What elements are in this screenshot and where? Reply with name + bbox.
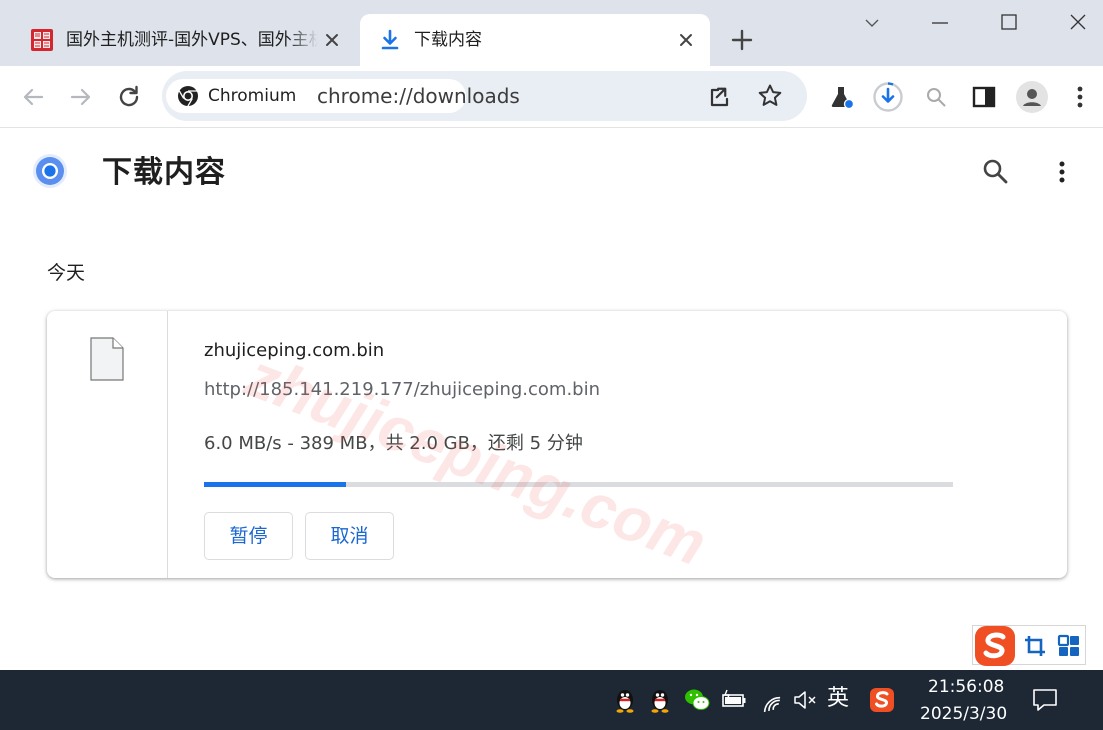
sogou-logo-icon[interactable] <box>973 624 1017 668</box>
battery-charging-icon[interactable] <box>720 686 748 714</box>
ime-language-indicator[interactable]: 英 <box>827 684 849 714</box>
side-panel-icon[interactable] <box>968 81 1000 113</box>
download-status-text: 6.0 MB/s - 389 MB，共 2.0 GB，还剩 5 分钟 <box>204 433 583 454</box>
crop-icon[interactable] <box>1023 634 1047 658</box>
zoom-search-icon[interactable] <box>920 81 952 113</box>
maximize-icon[interactable] <box>994 10 1024 36</box>
download-progress-bar <box>204 482 953 487</box>
chevron-down-icon[interactable] <box>857 10 887 36</box>
profile-avatar-icon[interactable] <box>1016 81 1048 113</box>
forward-arrow-icon[interactable] <box>65 81 97 113</box>
card-divider <box>167 311 168 578</box>
close-icon[interactable] <box>320 28 344 52</box>
minimize-icon[interactable] <box>925 10 955 36</box>
browser-toolbar: Chromium chrome://downloads <box>0 66 1103 128</box>
search-icon[interactable] <box>980 156 1010 186</box>
volume-muted-icon[interactable] <box>791 686 819 714</box>
labs-flask-icon[interactable] <box>825 81 857 113</box>
toolbox-grid-icon[interactable] <box>1057 634 1081 658</box>
clock-date[interactable]: 2025/3/30 <box>920 703 1007 725</box>
file-source-url[interactable]: http://185.141.219.177/zhujiceping.com.b… <box>204 378 600 402</box>
chip-label: Chromium <box>208 86 297 106</box>
back-arrow-icon[interactable] <box>17 81 49 113</box>
download-icon <box>381 29 399 50</box>
close-icon[interactable] <box>674 28 698 52</box>
chrome-logo-icon <box>33 154 67 188</box>
page-title: 下载内容 <box>102 155 226 190</box>
url-text[interactable]: chrome://downloads <box>317 84 520 108</box>
pause-button[interactable]: 暂停 <box>204 512 293 560</box>
more-menu-icon[interactable] <box>1064 81 1096 113</box>
download-progress-fill <box>204 482 347 487</box>
windows-taskbar: 英 21:56:08 2025/3/30 <box>0 670 1103 730</box>
new-tab-plus-icon[interactable] <box>728 26 756 54</box>
tab-title: 下载内容 <box>414 30 482 50</box>
tab-strip: 国外主机测评-国外VPS、国外主机 下载内容 <box>0 0 1103 66</box>
download-item-card: zhujiceping.com.bin http://185.141.219.1… <box>47 311 1067 578</box>
clock-time[interactable]: 21:56:08 <box>928 676 1004 698</box>
zhujiceping-seal-icon <box>31 29 53 51</box>
tab-title: 国外主机测评-国外VPS、国外主机 <box>66 30 318 50</box>
file-icon <box>90 337 124 381</box>
tab-zhujiceping[interactable]: 国外主机测评-国外VPS、国外主机 <box>14 14 356 66</box>
tab-downloads[interactable]: 下载内容 <box>360 14 710 66</box>
window-close-icon[interactable] <box>1063 10 1093 36</box>
qq-penguin-icon[interactable] <box>646 686 674 714</box>
share-icon[interactable] <box>707 82 735 110</box>
sogou-tray-icon[interactable] <box>868 686 896 714</box>
cancel-button[interactable]: 取消 <box>305 512 394 560</box>
reload-icon[interactable] <box>113 81 145 113</box>
notification-center-icon[interactable] <box>1031 686 1059 714</box>
bookmark-star-icon[interactable] <box>756 82 784 110</box>
wechat-icon[interactable] <box>683 686 711 714</box>
ime-floating-toolbar <box>972 624 1086 668</box>
chromium-logo-icon <box>178 86 198 107</box>
qq-penguin-icon[interactable] <box>611 686 639 714</box>
wifi-icon[interactable] <box>757 686 785 714</box>
date-group-label: 今天 <box>47 262 86 284</box>
omnibox[interactable]: Chromium chrome://downloads <box>162 71 807 121</box>
file-name-link[interactable]: zhujiceping.com.bin <box>204 339 384 363</box>
download-progress-icon[interactable] <box>872 81 904 113</box>
page-more-menu-icon[interactable] <box>1050 156 1074 186</box>
